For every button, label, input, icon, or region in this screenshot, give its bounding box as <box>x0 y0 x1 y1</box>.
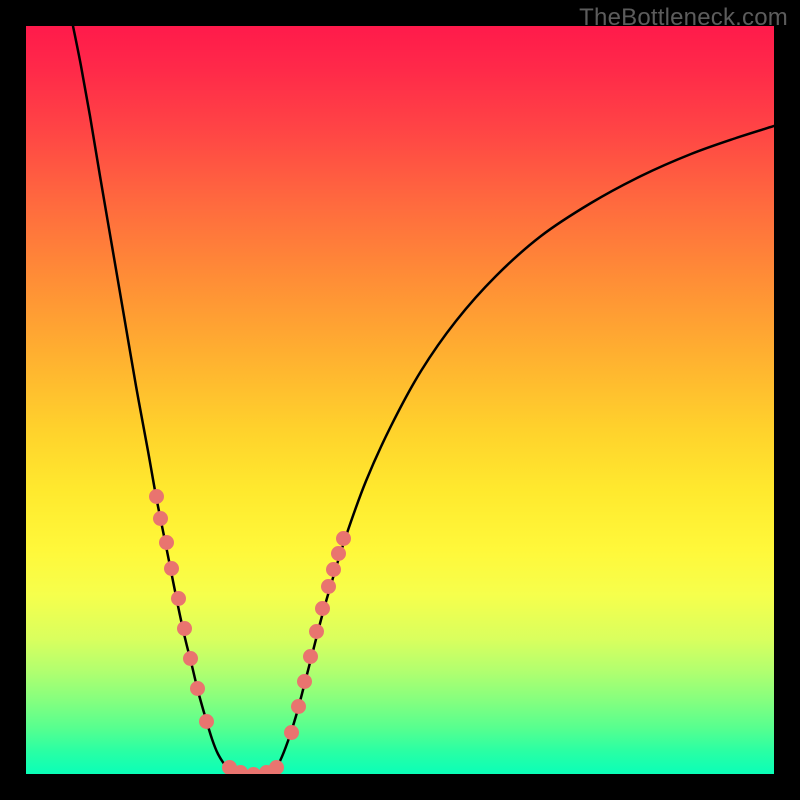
data-marker <box>303 649 318 664</box>
data-marker <box>177 621 192 636</box>
data-marker <box>297 674 312 689</box>
data-marker <box>269 760 284 775</box>
curve-left-arm <box>73 26 234 771</box>
data-marker <box>291 699 306 714</box>
data-marker <box>149 489 164 504</box>
data-marker <box>315 601 330 616</box>
plot-area <box>26 26 774 774</box>
data-marker <box>159 535 174 550</box>
data-marker <box>183 651 198 666</box>
data-marker <box>164 561 179 576</box>
data-marker <box>336 531 351 546</box>
data-marker <box>171 591 186 606</box>
curve-right-arm <box>274 126 774 770</box>
watermark-text: TheBottleneck.com <box>579 4 788 32</box>
data-marker <box>284 725 299 740</box>
data-marker <box>153 511 168 526</box>
curve-layer <box>26 26 774 774</box>
chart-frame: TheBottleneck.com <box>0 0 800 800</box>
data-marker <box>190 681 205 696</box>
data-marker <box>199 714 214 729</box>
data-marker <box>321 579 336 594</box>
data-marker <box>326 562 341 577</box>
data-marker <box>331 546 346 561</box>
data-marker <box>309 624 324 639</box>
